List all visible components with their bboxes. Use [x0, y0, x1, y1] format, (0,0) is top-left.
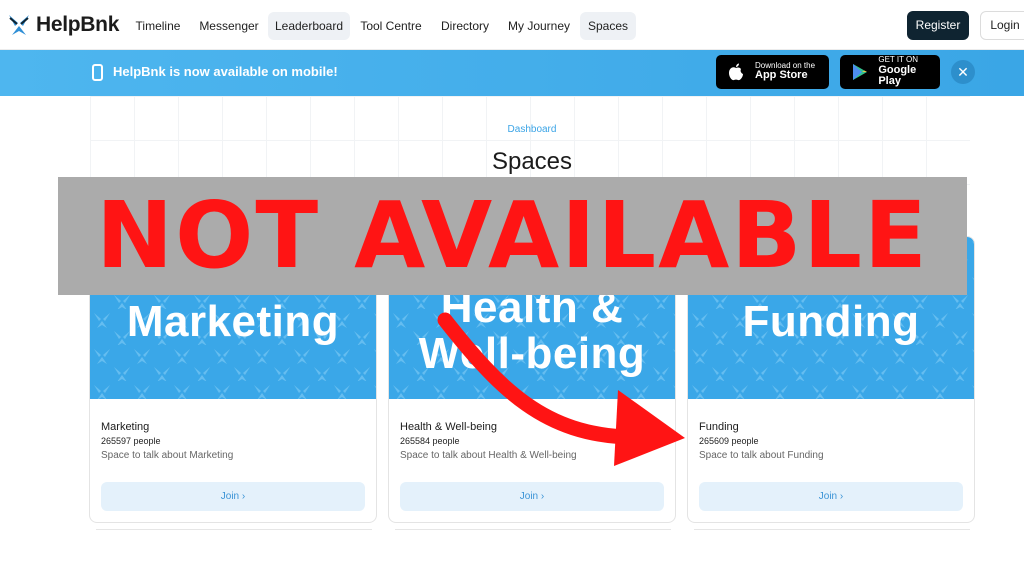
- space-card-name: Marketing: [101, 421, 150, 433]
- nav-messenger[interactable]: Messenger: [196, 12, 262, 40]
- helpbnk-logo-icon: [6, 12, 32, 38]
- phone-icon: [92, 64, 103, 81]
- page-title: Spaces: [491, 148, 573, 175]
- space-card-description: Space to talk about Health & Well-being: [400, 450, 577, 461]
- join-button[interactable]: Join ›: [400, 482, 664, 511]
- close-icon[interactable]: ✕: [951, 60, 975, 84]
- top-navigation: HelpBnk Timeline Messenger Leaderboard T…: [0, 0, 1024, 50]
- space-card-description: Space to talk about Marketing: [101, 450, 234, 461]
- space-card-description: Space to talk about Funding: [699, 450, 824, 461]
- card-row-divider: [395, 529, 671, 535]
- card-row-divider: [694, 529, 970, 535]
- register-button[interactable]: Register: [907, 11, 969, 40]
- nav-directory[interactable]: Directory: [436, 12, 494, 40]
- logo-text: HelpBnk: [36, 13, 120, 36]
- space-card-people: 265609 people: [699, 436, 759, 446]
- google-play-button[interactable]: GET IT ON Google Play: [840, 55, 940, 89]
- app-store-button[interactable]: Download on the App Store: [716, 55, 829, 89]
- not-available-overlay: NOT AVAILABLE: [58, 177, 967, 295]
- banner-text: HelpBnk is now available on mobile!: [113, 64, 338, 79]
- space-card-image-text-line2: Well-being: [418, 329, 646, 378]
- not-available-text: NOT AVAILABLE: [96, 182, 929, 289]
- space-card-name: Health & Well-being: [400, 421, 498, 433]
- nav-spaces[interactable]: Spaces: [580, 12, 636, 40]
- nav-my-journey[interactable]: My Journey: [504, 12, 574, 40]
- space-card-people: 265597 people: [101, 436, 161, 446]
- apple-icon: [725, 61, 747, 83]
- space-card-name: Funding: [699, 421, 739, 433]
- mobile-app-banner: HelpBnk is now available on mobile! Down…: [0, 50, 1024, 96]
- login-button[interactable]: Login: [980, 11, 1024, 40]
- nav-timeline[interactable]: Timeline: [130, 12, 186, 40]
- play-icon: [849, 61, 870, 83]
- nav-leaderboard[interactable]: Leaderboard: [268, 12, 350, 40]
- breadcrumb[interactable]: Dashboard: [0, 124, 1024, 135]
- join-button[interactable]: Join ›: [101, 482, 365, 511]
- space-card-image-text: Funding: [742, 297, 920, 346]
- space-card-people: 265584 people: [400, 436, 460, 446]
- google-play-line2: Google Play: [878, 63, 917, 88]
- app-store-line2: App Store: [755, 69, 808, 82]
- nav-tool-centre[interactable]: Tool Centre: [356, 12, 426, 40]
- join-button[interactable]: Join ›: [699, 482, 963, 511]
- page: HelpBnk Timeline Messenger Leaderboard T…: [0, 0, 1024, 576]
- logo[interactable]: HelpBnk: [6, 11, 119, 39]
- card-row-divider: [96, 529, 372, 535]
- space-card-image-text: Marketing: [126, 297, 340, 346]
